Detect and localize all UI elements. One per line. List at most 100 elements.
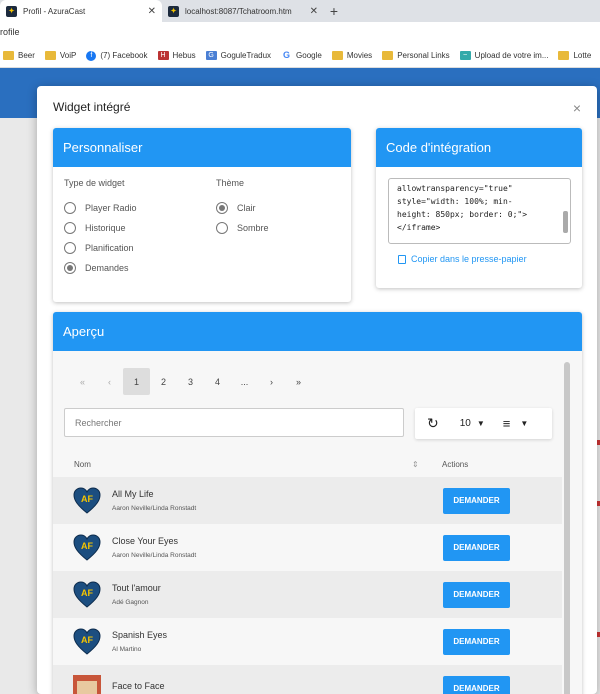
page-link[interactable]: 4 [204,368,231,395]
table-toolbar: ↻ 10 ▼ ≡ ▼ [415,408,552,439]
page-link[interactable]: « [69,368,96,395]
page-link[interactable]: 1 [123,368,150,395]
album-art: AF [73,580,101,609]
caret-down-icon: ▼ [476,419,485,428]
song-info: Tout l'amour Adé Gagnon [112,583,161,606]
bookmark-item[interactable]: H Hebus [157,51,196,60]
request-button[interactable]: DEMANDER [443,628,510,655]
radio-icon[interactable] [216,202,228,214]
caret-down-icon: ▼ [520,419,529,428]
table-row: AF Spanish Eyes Al Martino DEMANDER [53,618,562,665]
tab-close-icon[interactable]: ✕ [148,6,156,17]
textarea-scrollbar[interactable] [563,211,568,233]
theme-option-label: Clair [237,203,256,213]
per-page-select[interactable]: 10 ▼ [460,418,485,429]
bookmark-item[interactable]: VoiP [44,51,77,60]
per-page-value: 10 [459,418,471,429]
radio-icon[interactable] [216,222,228,234]
browser-tab-strip: ✦ Profil - AzuraCast ✕ ✦ localhost:8087/… [0,0,600,22]
facebook-icon: f [86,50,97,61]
bookmark-item[interactable]: f (7) Facebook [86,50,148,61]
widget-type-group: Type de widget Player Radio Historique Pla… [64,178,137,278]
svg-text:AF: AF [81,541,93,551]
bookmark-item[interactable]: Movies [331,51,373,60]
embed-code-textarea[interactable]: allowtransparency="true" style="width: 1… [388,178,571,244]
bookmark-item[interactable]: ~ Upload de votre im... [459,51,549,60]
page-link[interactable]: 3 [177,368,204,395]
folder-icon [331,51,343,60]
request-button[interactable]: DEMANDER [443,675,510,694]
page-link[interactable]: ... [231,368,258,395]
preview-card: Aperçu «‹ 1 2 3 4... ›» Rechercher ↻ 10 ▼ ≡ ▼… [53,312,582,694]
request-button[interactable]: DEMANDER [443,534,510,561]
tab-title: localhost:8087/Tchatroom.htm [185,6,292,16]
radio-icon[interactable] [64,242,76,254]
embed-code-text: allowtransparency="true" style="width: 1… [397,184,528,232]
sort-icon[interactable]: ⇕ [412,460,419,469]
bookmark-label: GoguleTradux [220,51,272,60]
song-title: Tout l'amour [112,583,161,593]
request-button[interactable]: DEMANDER [443,581,510,608]
bookmark-item[interactable]: Personal Links [382,51,450,60]
svg-text:AF: AF [81,635,93,645]
radio-icon[interactable] [64,222,76,234]
bookmark-label: Movies [346,51,373,60]
widget-type-option[interactable]: Player Radio [64,198,137,218]
bookmark-item[interactable]: G Google [281,51,322,60]
radio-icon[interactable] [64,262,76,274]
song-title: Face to Face [112,680,165,691]
bookmark-label: Lotte [573,51,592,60]
widget-type-option[interactable]: Demandes [64,258,137,278]
bookmark-item[interactable]: G GoguleTradux [205,51,272,60]
bookmark-label: VoiP [59,51,77,60]
copy-to-clipboard-link[interactable]: Copier dans le presse-papier [398,254,527,264]
song-info: All My Life Aaron Neville/Linda Ronstadt [112,489,196,512]
page-link[interactable]: › [258,368,285,395]
bookmark-item[interactable]: Beer [3,51,35,60]
tab-close-icon[interactable]: ✕ [310,6,318,17]
close-icon[interactable]: × [573,100,581,116]
bookmark-label: Google [296,51,322,60]
radio-icon[interactable] [64,202,76,214]
tab-tchatroom[interactable]: ✦ localhost:8087/Tchatroom.htm ✕ [162,0,324,22]
widget-type-option-label: Player Radio [85,203,137,213]
svg-text:AF: AF [81,494,93,504]
page-link[interactable]: 2 [150,368,177,395]
filter-icon: ≡ [502,416,511,431]
embed-widget-modal: Widget intégré × Personnaliser Type de w… [37,86,597,694]
bookmark-label: Upload de votre im... [474,51,549,60]
page-link[interactable]: ‹ [96,368,123,395]
preview-scrollbar[interactable] [564,362,570,694]
upload-icon: ~ [459,51,471,60]
bookmark-item[interactable]: Lotte [558,51,591,60]
widget-type-option[interactable]: Planification [64,238,137,258]
widget-type-option[interactable]: Historique [64,218,137,238]
request-button[interactable]: DEMANDER [443,487,510,514]
song-title: All My Life [112,489,154,499]
folder-icon [382,51,394,60]
modal-title: Widget intégré [53,100,131,114]
theme-option[interactable]: Sombre [216,218,269,238]
column-filter-select[interactable]: ≡ ▼ [503,416,529,431]
folder-icon [3,51,14,60]
song-info: Close Your Eyes Aaron Neville/Linda Ronst… [112,536,196,559]
table-row: AF Close Your Eyes Aaron Neville/Linda Ron… [53,524,562,571]
theme-label: Thème [216,178,245,188]
song-info: Face to Face [112,681,165,694]
azuracast-favicon-icon: ✦ [168,5,179,17]
folder-icon [44,51,56,60]
address-bar[interactable]: rofile [0,22,600,44]
song-title: Spanish Eyes [112,630,168,640]
page-link[interactable]: » [285,368,312,395]
new-tab-icon[interactable]: + [324,0,344,22]
song-artist: Aaron Neville/Linda Ronstadt [112,552,197,559]
column-header-name[interactable]: Nom [74,460,91,469]
search-input[interactable]: Rechercher [64,408,404,437]
column-header-actions: Actions [442,459,469,469]
theme-group: Thème Clair Sombre [216,178,269,238]
refresh-icon[interactable]: ↻ [427,415,439,432]
widget-type-option-label: Demandes [85,263,129,273]
tab-profil-azuracast[interactable]: ✦ Profil - AzuraCast ✕ [0,0,162,22]
theme-option[interactable]: Clair [216,198,269,218]
bookmarks-bar: Beer VoiP f (7) Facebook H Hebus G GoguleTradux… [0,44,600,68]
